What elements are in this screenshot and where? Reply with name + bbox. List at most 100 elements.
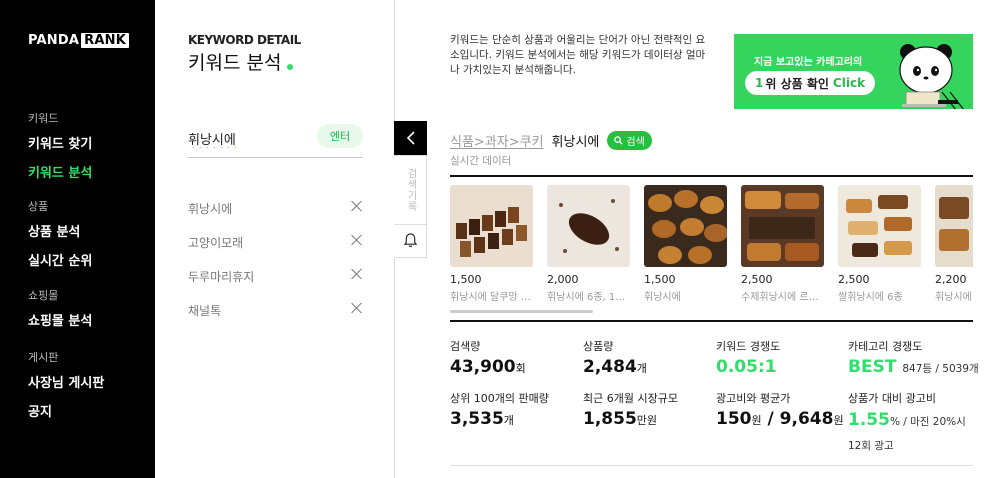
product-name: 수제휘낭시에 르뱅쿠키 (741, 292, 823, 303)
sidebar-item-notice[interactable]: 공지 (28, 401, 104, 420)
bell-icon[interactable] (403, 232, 418, 248)
nav-heading: 키워드 (28, 112, 59, 125)
app-root: PANDA RANK 키워드 키워드 찾기 키워드 분석 상품 상품 분석 실시… (0, 0, 1000, 478)
product-price: 2,000 (547, 273, 579, 286)
product-price: 2,500 (838, 273, 870, 286)
search-chip-label: 검색 (626, 137, 645, 148)
stat-ad-ratio: 상품가 대비 광고비 1.55% / 마진 20%시 12회 광고 (848, 390, 973, 457)
bottom-divider (450, 465, 973, 466)
product-name: 휘낭시에 6종, 1개x (547, 292, 629, 303)
breadcrumb-keyword: 휘낭시에 (551, 135, 600, 150)
stat-value: 2,484개 (583, 357, 647, 377)
banner-click-text: Click (832, 76, 866, 90)
product-card[interactable]: 1,500 휘낭시에 (644, 185, 728, 303)
breadcrumb-category[interactable]: 식품>과자>쿠키 (450, 131, 544, 150)
product-price: 1,500 (450, 273, 482, 286)
sidebar: PANDA RANK 키워드 키워드 찾기 키워드 분석 상품 상품 분석 실시… (0, 0, 155, 478)
sidebar-item-owner-board[interactable]: 사장님 게시판 (28, 372, 104, 391)
product-card[interactable]: 2,200 휘낭시에 (935, 185, 973, 303)
banner-pill[interactable]: 1 위 상품 확인 Click (745, 71, 876, 95)
chevron-left-icon (406, 131, 415, 145)
nav-heading: 게시판 (28, 351, 59, 364)
logo[interactable]: PANDA RANK (28, 33, 129, 48)
stat-value: 3,535개 (450, 409, 514, 429)
search-chip-button[interactable]: 검색 (607, 131, 652, 150)
product-price: 2,200 (935, 273, 967, 286)
product-thumbnail (741, 185, 824, 267)
stat-category-competition: 카테고리 경쟁도 BEST 847등 / 5039개 (848, 338, 979, 377)
search-icon (614, 136, 623, 145)
product-price: 1,500 (644, 273, 676, 286)
section-divider (450, 175, 973, 177)
sidebar-item-keyword-find[interactable]: 키워드 찾기 (28, 133, 92, 152)
nav-group-mall: 쇼핑몰 쇼핑몰 분석 (28, 287, 92, 339)
enter-button[interactable]: 엔터 (317, 124, 363, 148)
stat-label: 상품가 대비 광고비 (848, 392, 936, 405)
history-item-label: 고양이모래 (188, 236, 244, 250)
product-thumbnail (547, 185, 630, 267)
stat-top100-sales: 상위 100개의 판매량 3,535개 (450, 390, 580, 429)
product-name: 쌀휘낭시에 6종 (838, 292, 903, 303)
search-history-list: 휘낭시에 고양이모래 두루마리휴지 채널톡 (188, 200, 363, 336)
product-card[interactable]: 1,500 휘낭시에 달쿠망 수제 (450, 185, 534, 303)
search-history-tab[interactable]: 검색기록 (394, 155, 427, 258)
product-card[interactable]: 2,000 휘낭시에 6종, 1개x (547, 185, 631, 303)
product-carousel: 1,500 휘낭시에 달쿠망 수제 2,000 휘낭시에 6종, 1개x 1,5… (450, 185, 973, 305)
history-item-label: 채널톡 (188, 304, 222, 318)
history-item[interactable]: 채널톡 (188, 302, 363, 336)
history-item[interactable]: 휘낭시에 (188, 200, 363, 234)
stat-value: 150원 / 9,648원 (716, 409, 844, 429)
banner-subtitle: 지금 보고있는 카테고리의 (754, 57, 863, 68)
nav-heading: 쇼핑몰 (28, 289, 59, 302)
product-carousel-scrollbar[interactable] (450, 310, 593, 313)
nav-heading: 상품 (28, 200, 49, 213)
nav-group-keyword: 키워드 키워드 찾기 키워드 분석 (28, 110, 92, 191)
keyword-detail-title: KEYWORD DETAIL (188, 33, 301, 47)
sidebar-item-keyword-analysis[interactable]: 키워드 분석 (28, 162, 92, 181)
keyword-description: 키워드는 단순히 상품과 어울리는 단어가 아닌 전략적인 요소입니다. 키워드… (450, 34, 706, 76)
breadcrumb: 식품>과자>쿠키 휘낭시에 검색 (450, 131, 652, 150)
banner-rank: 1 (755, 76, 764, 90)
history-item-label: 휘낭시에 (188, 202, 233, 216)
product-card[interactable]: 2,500 쌀휘낭시에 6종 (838, 185, 922, 303)
keyword-analysis-title-text: 키워드 분석 (188, 52, 282, 74)
history-item[interactable]: 고양이모래 (188, 234, 363, 268)
panel-toggle-button[interactable] (394, 121, 427, 155)
search-history-tab-label: 검색기록 (405, 168, 416, 212)
product-name: 휘낭시에 (644, 292, 681, 303)
stat-value: 1.55% / 마진 20%시 12회 광고 (848, 410, 966, 452)
product-card[interactable]: 2,500 수제휘낭시에 르뱅쿠키 (741, 185, 825, 303)
stat-label: 카테고리 경쟁도 (848, 340, 923, 353)
history-item[interactable]: 두루마리휴지 (188, 268, 363, 302)
close-icon[interactable] (351, 268, 363, 280)
sidebar-item-mall-analysis[interactable]: 쇼핑몰 분석 (28, 310, 92, 329)
side-tab-divider (394, 224, 426, 225)
product-thumbnail (935, 185, 973, 267)
product-thumbnail (838, 185, 921, 267)
title-dot-icon (287, 63, 294, 70)
section-divider (450, 320, 973, 322)
logo-text-rank: RANK (81, 33, 129, 48)
stat-value: BEST 847등 / 5039개 (848, 357, 979, 377)
close-icon[interactable] (351, 302, 363, 314)
panda-mascot-icon (899, 44, 964, 109)
keyword-search-input[interactable] (188, 127, 308, 149)
stat-search-volume: 검색량 43,900회 (450, 338, 580, 377)
category-top-banner[interactable]: 지금 보고있는 카테고리의 1 위 상품 확인 Click (734, 34, 973, 109)
sidebar-item-product-analysis[interactable]: 상품 분석 (28, 221, 92, 240)
stat-label: 광고비와 평균가 (716, 392, 791, 405)
nav-group-product: 상품 상품 분석 실시간 순위 (28, 198, 92, 279)
stat-label: 키워드 경쟁도 (716, 340, 781, 353)
product-thumbnail (644, 185, 727, 267)
close-icon[interactable] (351, 234, 363, 246)
stat-label: 최근 6개월 시장규모 (583, 392, 678, 405)
keyword-analysis-title: 키워드 분석 (188, 48, 294, 75)
product-thumbnail (450, 185, 533, 267)
sidebar-item-realtime-rank[interactable]: 실시간 순위 (28, 250, 92, 269)
stat-market-size: 최근 6개월 시장규모 1,855만원 (583, 390, 713, 429)
realtime-data-label: 실시간 데이터 (450, 155, 512, 167)
stat-value: 0.05:1 (716, 357, 777, 377)
close-icon[interactable] (351, 200, 363, 212)
logo-text-panda: PANDA (28, 33, 80, 48)
stat-label: 검색량 (450, 340, 481, 353)
